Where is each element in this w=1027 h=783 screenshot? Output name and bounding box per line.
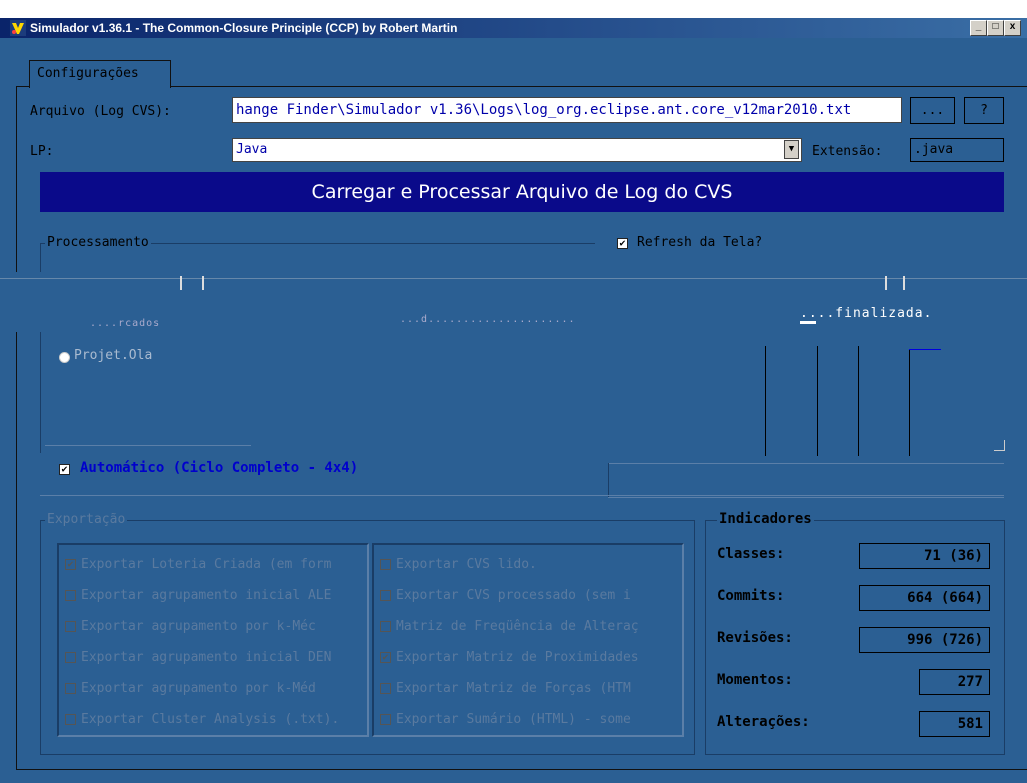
indicator-value: 664 (664) (859, 585, 990, 611)
tab-frame-top-right (168, 86, 1027, 87)
extension-label: Extensão: (812, 144, 883, 159)
refresh-checkbox[interactable]: ✔ (617, 238, 628, 249)
project-radio-label: Projet.Ola (74, 348, 153, 363)
refresh-label: Refresh da Tela? (637, 235, 763, 250)
window-title: Simulador v1.36.1 - The Common-Closure P… (30, 21, 458, 35)
export-item-label: Exportar agrupamento inicial DEN (81, 650, 332, 665)
app-window: Simulador v1.36.1 - The Common-Closure P… (0, 0, 1027, 783)
lp-select[interactable]: Java (232, 138, 802, 162)
glitch-text: ....finalizada. (800, 306, 933, 321)
indicator-label: Alterações: (717, 714, 810, 730)
export-checkbox[interactable] (380, 683, 391, 694)
export-item-label: Exportar Matriz de Forças (HTM (396, 681, 631, 696)
export-item-label: Exportar Sumário (HTML) - some (396, 712, 631, 727)
export-item-label: Exportar CVS processado (sem i (396, 588, 631, 603)
export-checkbox[interactable] (65, 683, 76, 694)
exportacao-title: Exportação (45, 512, 128, 527)
desktop-strip (0, 0, 1027, 18)
export-checkbox[interactable] (65, 590, 76, 601)
chevron-down-icon[interactable]: ▼ (784, 140, 799, 159)
export-checkbox[interactable] (65, 652, 76, 663)
minimize-button[interactable]: _ (970, 20, 987, 36)
indicator-value: 71 (36) (859, 543, 990, 569)
export-item-label: Exportar Cluster Analysis (.txt). (81, 712, 340, 727)
divider-line (858, 346, 859, 456)
indicator-label: Revisões: (717, 630, 793, 646)
export-checkbox[interactable] (380, 590, 391, 601)
indicator-label: Classes: (717, 546, 785, 562)
tab-label: Configurações (37, 66, 139, 81)
browse-button[interactable]: ... (910, 97, 955, 124)
divider-line (817, 346, 818, 456)
status-box-left (608, 463, 609, 498)
glitch-text: ....rcados (90, 318, 161, 329)
separator (40, 495, 1004, 496)
export-checkbox[interactable]: ✔ (65, 559, 76, 570)
export-item-label: Exportar Matriz de Proximidades (396, 650, 639, 665)
close-button[interactable]: x (1004, 20, 1021, 36)
indicator-value: 581 (919, 711, 990, 737)
process-log-button[interactable]: Carregar e Processar Arquivo de Log do C… (40, 172, 1004, 212)
tab-frame-top-left (16, 86, 30, 87)
resize-grip-icon (994, 440, 1005, 451)
help-button[interactable]: ? (964, 97, 1004, 124)
export-checkbox[interactable] (380, 714, 391, 725)
separator (45, 445, 251, 446)
divider-line (765, 346, 766, 456)
divider-line (909, 350, 910, 456)
tab-configuracoes[interactable]: Configurações (29, 60, 171, 88)
glitch-text: ...d..................... (400, 314, 576, 325)
export-checkbox[interactable] (380, 621, 391, 632)
automatic-checkbox[interactable]: ✔ (59, 464, 70, 475)
indicadores-title: Indicadores (717, 511, 814, 527)
processamento-title: Processamento (45, 235, 151, 250)
glitch-mark (180, 276, 204, 290)
export-item-label: Exportar Loteria Criada (em form (81, 557, 332, 572)
export-right-column (372, 543, 684, 737)
indicator-value: 277 (919, 669, 990, 695)
status-box-bottom (608, 497, 1004, 498)
glitch-mark (885, 276, 905, 290)
export-left-column (57, 543, 369, 737)
export-item-label: Exportar CVS lido. (396, 557, 537, 572)
project-radio[interactable] (59, 352, 70, 363)
export-checkbox[interactable]: ✔ (380, 652, 391, 663)
tab-frame-bottom (16, 769, 1027, 770)
export-item-label: Exportar agrupamento por k-Méd (81, 681, 316, 696)
export-checkbox[interactable] (65, 714, 76, 725)
log-file-input[interactable]: hange Finder\Simulador v1.36\Logs\log_or… (232, 97, 902, 123)
indicator-label: Commits: (717, 588, 785, 604)
lp-value: Java (236, 142, 268, 157)
automatic-label: Automático (Ciclo Completo - 4x4) (80, 460, 359, 476)
indicator-label: Momentos: (717, 672, 793, 688)
status-box-top (608, 463, 1004, 464)
export-checkbox[interactable] (65, 621, 76, 632)
glitch-bar (800, 321, 816, 324)
export-checkbox[interactable] (380, 559, 391, 570)
extension-field[interactable]: .java (910, 138, 1004, 162)
export-item-label: Exportar agrupamento por k-Méc (81, 619, 316, 634)
file-label: Arquivo (Log CVS): (30, 104, 171, 119)
indicator-value: 996 (726) (859, 627, 990, 653)
app-icon (10, 20, 26, 36)
title-bar[interactable]: Simulador v1.36.1 - The Common-Closure P… (0, 18, 1027, 38)
maximize-button[interactable]: □ (987, 20, 1004, 36)
divider-line (909, 349, 941, 350)
export-item-label: Matriz de Freqüência de Alteraç (396, 619, 639, 634)
export-item-label: Exportar agrupamento inicial ALE (81, 588, 332, 603)
glitch-line (0, 278, 1027, 279)
lp-label: LP: (30, 144, 54, 159)
tab-frame-left (16, 86, 17, 769)
